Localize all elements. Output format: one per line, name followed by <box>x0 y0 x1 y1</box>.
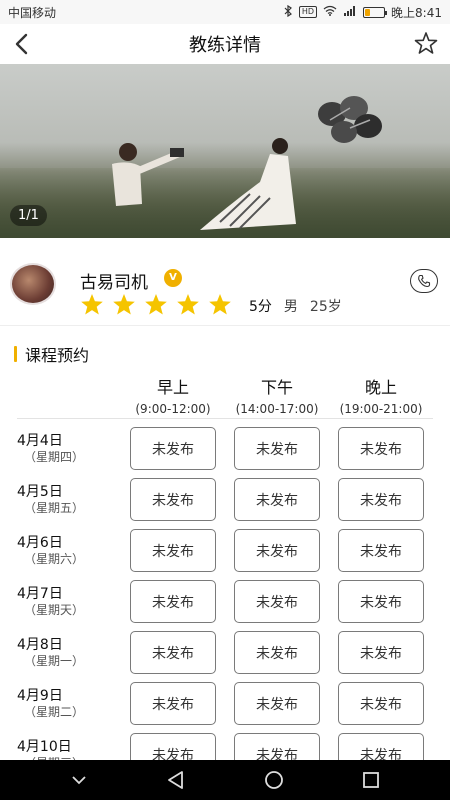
column-afternoon: 下午 (14:00-17:00) <box>225 374 329 416</box>
table-row: 4月4日 （星期四） 未发布 未发布 未发布 <box>0 427 450 478</box>
chevron-down-icon[interactable] <box>68 769 90 791</box>
call-button[interactable] <box>410 269 438 293</box>
rating-stars <box>80 293 232 316</box>
bride-figure <box>200 138 296 230</box>
column-evening: 晚上 (19:00-21:00) <box>329 374 433 416</box>
table-row: 4月5日 （星期五） 未发布 未发布 未发布 <box>0 478 450 529</box>
home-circle-icon[interactable] <box>263 769 285 791</box>
balloons-figure <box>318 96 382 143</box>
coach-age: 25岁 <box>309 299 342 315</box>
slot-button[interactable]: 未发布 <box>130 529 216 572</box>
wifi-icon <box>323 5 337 19</box>
row-date: 4月5日 <box>17 484 63 500</box>
back-triangle-icon[interactable] <box>165 769 187 791</box>
coach-meta: 5分 男 25岁 <box>249 296 342 316</box>
page-title: 教练详情 <box>189 35 261 56</box>
row-date: 4月8日 <box>17 637 63 653</box>
slot-button[interactable]: 未发布 <box>338 631 424 674</box>
row-weekday: （星期六） <box>24 552 85 566</box>
column-name: 晚上 <box>364 378 397 397</box>
slot-button[interactable]: 未发布 <box>338 580 424 623</box>
slot-button[interactable]: 未发布 <box>130 427 216 470</box>
chevron-left-icon[interactable] <box>8 30 36 58</box>
row-weekday: （星期天） <box>24 603 85 617</box>
section-title-text: 课程预约 <box>25 346 90 365</box>
slot-button[interactable]: 未发布 <box>130 682 216 725</box>
slot-button[interactable]: 未发布 <box>234 478 320 521</box>
couple-photo-figure <box>112 143 184 206</box>
row-date: 4月9日 <box>17 688 63 704</box>
slot-button[interactable]: 未发布 <box>130 631 216 674</box>
column-morning: 早上 (9:00-12:00) <box>121 374 225 416</box>
battery-icon <box>363 6 388 18</box>
slot-button[interactable]: 未发布 <box>338 427 424 470</box>
row-date: 4月6日 <box>17 535 63 551</box>
avatar[interactable] <box>10 263 56 305</box>
row-weekday: （星期二） <box>24 705 85 719</box>
table-row: 4月6日 （星期六） 未发布 未发布 未发布 <box>0 529 450 580</box>
row-weekday: （星期五） <box>24 501 85 515</box>
bluetooth-icon <box>284 4 293 20</box>
status-bar: 中国移动 HD 晚上8:41 <box>0 0 450 24</box>
slot-button[interactable]: 未发布 <box>234 427 320 470</box>
column-name: 早上 <box>156 378 189 397</box>
image-counter: 1/1 <box>10 205 47 226</box>
status-icons: HD 晚上8:41 <box>284 4 442 21</box>
column-time: (9:00-12:00) <box>135 402 211 416</box>
schedule-divider <box>17 418 433 419</box>
row-weekday: （星期四） <box>24 450 85 464</box>
app-screen: 中国移动 HD 晚上8:41 教练详情 1/1 古易司机 V 5分 男 25岁 … <box>0 0 450 800</box>
table-row: 4月7日 （星期天） 未发布 未发布 未发布 <box>0 580 450 631</box>
carrier-label: 中国移动 <box>8 5 57 20</box>
star-outline-icon[interactable] <box>412 30 440 58</box>
slot-button[interactable]: 未发布 <box>338 478 424 521</box>
section-accent-bar <box>14 346 17 362</box>
hd-badge: HD <box>298 6 318 18</box>
coach-profile: 古易司机 V 5分 男 25岁 <box>0 240 450 326</box>
table-row: 4月9日 （星期二） 未发布 未发布 未发布 <box>0 682 450 733</box>
battery-level <box>365 8 370 16</box>
slot-button[interactable]: 未发布 <box>234 631 320 674</box>
status-time: 晚上8:41 <box>391 5 442 20</box>
top-app-bar: 教练详情 <box>0 24 450 64</box>
recents-square-icon[interactable] <box>360 769 382 791</box>
slot-button[interactable]: 未发布 <box>338 529 424 572</box>
row-date: 4月10日 <box>17 739 72 755</box>
coach-gender: 男 <box>283 299 298 315</box>
phone-icon <box>418 274 431 288</box>
table-row: 4月8日 （星期一） 未发布 未发布 未发布 <box>0 631 450 682</box>
star-icon <box>81 294 103 315</box>
slot-button[interactable]: 未发布 <box>234 682 320 725</box>
row-date: 4月7日 <box>17 586 63 602</box>
column-time: (14:00-17:00) <box>235 402 319 416</box>
coach-score: 5分 <box>249 299 272 315</box>
row-weekday: （星期一） <box>24 654 85 668</box>
slot-button[interactable]: 未发布 <box>130 478 216 521</box>
star-icon <box>113 294 135 315</box>
star-icon <box>177 294 199 315</box>
star-icon <box>209 294 231 315</box>
column-name: 下午 <box>260 378 293 397</box>
slot-button[interactable]: 未发布 <box>130 580 216 623</box>
signal-icon <box>343 5 357 19</box>
column-time: (19:00-21:00) <box>339 402 423 416</box>
section-title: 课程预约 <box>14 342 89 366</box>
slot-button[interactable]: 未发布 <box>234 580 320 623</box>
coach-name: 古易司机 <box>80 273 148 293</box>
coach-photo-banner[interactable]: 1/1 <box>0 64 450 238</box>
row-date: 4月4日 <box>17 433 63 449</box>
system-nav-bar <box>0 760 450 800</box>
slot-button[interactable]: 未发布 <box>234 529 320 572</box>
slot-button[interactable]: 未发布 <box>338 682 424 725</box>
verified-badge: V <box>164 269 182 287</box>
star-icon <box>145 294 167 315</box>
